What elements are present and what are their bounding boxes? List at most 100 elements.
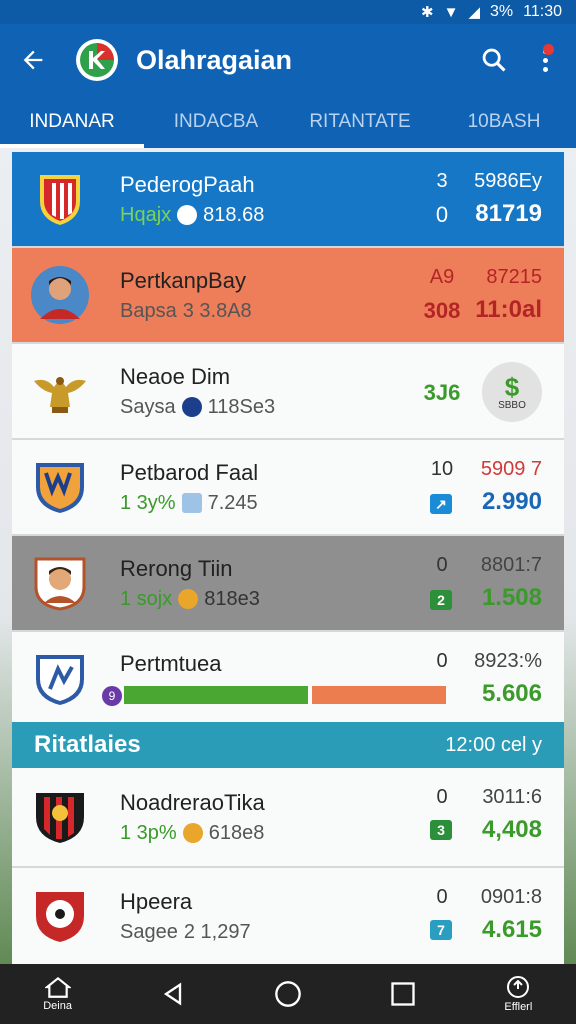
back-nav-button[interactable] [143,980,203,1008]
value-top: 0901:8 [480,886,542,908]
tab-bar: INDANAR INDACBA RITANTATE 10BASH [0,96,576,148]
team-sub-value: 618e8 [208,821,265,844]
value-bottom: 5.606 [481,680,542,707]
star-crest-icon [36,655,84,705]
progress-bar [124,686,446,704]
team-sub-value: 3 3.8A8 [182,299,252,322]
app-bar: Olahragaian [0,24,576,96]
team-sub: Saysa [120,395,176,418]
value-bottom: 4,408 [481,816,542,843]
list-item[interactable]: Rerong Tiin 1 sojx 818e3 0 2 8801:7 1.50… [12,536,564,632]
team-sub-value: 118Se3 [207,395,276,418]
navigation-bar: Deina Efflerl [0,964,576,1024]
progress-bar-green [124,686,309,704]
score-top: 0 [436,650,448,672]
value-top: 5909 7 [480,458,542,480]
value-bottom: 81719 [475,200,542,227]
bet-text: SBBO [498,399,526,411]
tab-ritantate[interactable]: RITANTATE [288,96,432,148]
list-item[interactable]: Petbarod Faal 1 3y% 7.245 10 ↗ 5909 7 2.… [12,440,564,536]
tab-10bash[interactable]: 10BASH [432,96,576,148]
score-top: A9 [429,266,455,288]
score-top: 0 [436,554,448,576]
list-item[interactable]: Neaoe Dim Saysa 118Se3 3J6 $ SBBO [12,344,564,440]
home-button[interactable]: Deina [28,976,88,1012]
value-top: 8801:7 [480,554,542,576]
team-sub: Hqajx [120,203,172,226]
bar-badge: 9 [102,686,122,706]
portrait-crest-icon [34,557,86,611]
team-sub: 1 3p% [120,821,177,844]
recents-nav-button[interactable] [373,980,433,1008]
score-top: 3 [436,170,448,192]
striped-crest-icon [36,793,84,843]
value-top: 5986Ey [474,170,542,192]
team-crest-icon [40,175,80,225]
app-title: Olahragaian [136,44,293,75]
list-item[interactable]: Pertmtuea 9 0 8923:% 5.606 [12,632,564,728]
section-time: 12:00 cel y [445,733,542,756]
match-list-2: NoadreraoTika 1 3p% 618e8 0 3 3011:6 4,4… [12,768,564,964]
bluetooth-icon: ✱ [421,4,434,21]
value-top: 3011:6 [482,786,542,808]
team-sub: Sagee [120,920,178,943]
score-top: 0 [436,786,448,808]
list-item[interactable]: PertkanpBay Bapsa 3 3.8A8 A9 308 87215 1… [12,248,564,344]
more-options-button[interactable] [530,40,560,80]
score-bottom: 308 [423,298,461,323]
team-sub-value: 7.245 [207,491,258,514]
badge-icon [181,493,202,513]
tab-indanar[interactable]: INDANAR [0,96,144,148]
team-sub-value: 2 1,297 [183,920,251,943]
triangle-back-icon [163,982,181,1006]
home-icon [44,976,71,998]
home-nav-button[interactable] [258,980,318,1008]
events-label: Efflerl [504,1001,533,1013]
events-icon [507,976,530,998]
score-bottom: 3J6 [423,380,461,405]
signal-icon: ◢ [468,4,481,21]
score-bottom: 0 [435,202,449,227]
wifi-icon: ▼ [443,3,459,21]
team-sub: 1 sojx [120,587,173,610]
events-button[interactable]: Efflerl [488,975,548,1013]
coin-icon [178,589,199,609]
team-sub: Bapsa [120,299,177,322]
square-recents-icon [391,982,415,1006]
search-button[interactable] [474,40,514,80]
ball-icon [177,205,198,225]
list-item[interactable]: NoadreraoTika 1 3p% 618e8 0 3 3011:6 4,4… [12,768,564,868]
team-sub: 1 3y% [120,491,176,514]
status-square: 3 [430,820,452,840]
shield-crest-icon [36,463,84,513]
eagle-crest-icon [34,377,86,413]
coin-icon [182,823,203,843]
avatar [31,266,89,324]
status-bar: ✱ ▼ ◢ 3% 11:30 [0,0,576,24]
ball-crest-icon [36,892,84,942]
score-top: 10 [430,458,454,480]
status-square: 2 [430,590,452,610]
arrow-back-icon [23,50,43,70]
value-top: 87215 [486,266,542,288]
team-sub-value: 818e3 [204,587,260,610]
progress-bar-orange [312,686,446,704]
value-bottom: 2.990 [481,488,542,515]
badge-icon [181,397,202,417]
value-top: 8923:% [474,650,542,672]
battery-percent: 3% [490,3,514,20]
section-header: Ritatlaies 12:00 cel y [12,722,564,768]
list-item[interactable]: PederogPaah Hqajx 818.68 3 0 5986Ey 8171… [12,152,564,248]
circle-home-icon [275,981,301,1007]
section-title: Ritatlaies [34,731,141,758]
bet-icon[interactable]: $ SBBO [482,362,542,422]
back-button[interactable] [16,43,50,77]
score-top: 0 [436,886,448,908]
app-logo [76,39,118,81]
search-icon [482,48,506,72]
dollar-icon: $ [504,371,520,402]
tab-indacba[interactable]: INDACBA [144,96,288,148]
list-item[interactable]: Hpeera Sagee 2 1,297 0 7 0901:8 4.615 [12,868,564,964]
notification-dot [543,44,554,55]
value-bottom: 1.508 [481,584,542,611]
